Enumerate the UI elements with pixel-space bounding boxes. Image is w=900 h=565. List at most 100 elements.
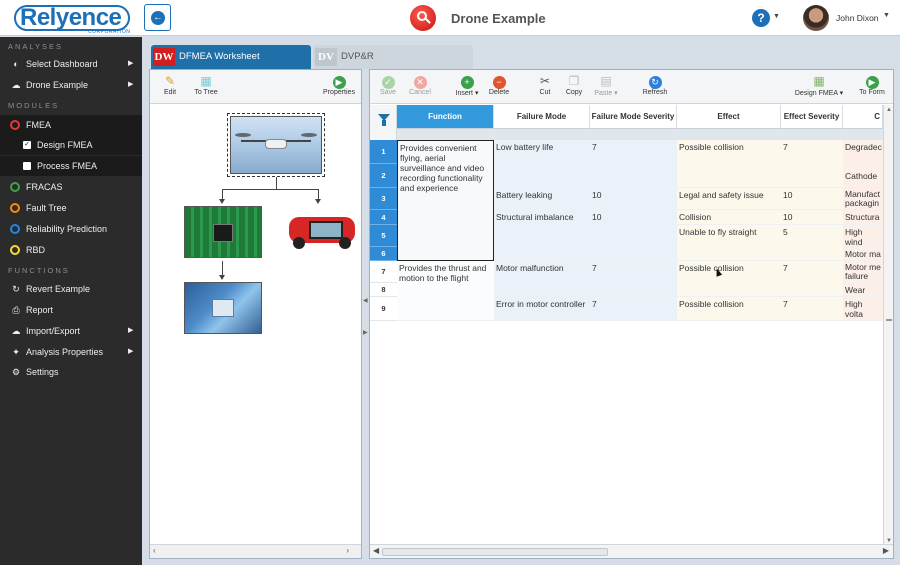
paste-menu-button[interactable]: ▤ Paste ▾	[586, 73, 626, 101]
tree-node-processor[interactable]	[184, 282, 262, 334]
sidebar-item-process-fmea[interactable]: Process FMEA	[0, 156, 142, 176]
row-number[interactable]: 7	[370, 261, 397, 283]
sidebar-item-analysis-properties[interactable]: ✦ Analysis Properties ▶	[0, 342, 142, 362]
effect-cell[interactable]: Possible collision	[677, 261, 781, 297]
scroll-right-icon[interactable]: ▶	[883, 546, 889, 555]
effect-cell[interactable]: Unable to fly straight	[677, 225, 781, 261]
to-form-button[interactable]: ▶ To Form	[852, 73, 892, 101]
pane-splitter[interactable]: ◀ ▶	[362, 69, 369, 559]
column-header-cause[interactable]: C	[843, 105, 883, 129]
user-avatar[interactable]	[803, 5, 829, 31]
sidebar-item-fault-tree[interactable]: Fault Tree	[0, 198, 142, 218]
cause-cell[interactable]: Manufact packagin	[843, 188, 883, 210]
scroll-left-icon[interactable]: ‹	[153, 546, 156, 555]
failure-mode-cell[interactable]: Low battery life	[494, 140, 590, 188]
refresh-button[interactable]: ↻ Refresh	[636, 73, 674, 101]
cancel-button[interactable]: ✕ Cancel	[402, 73, 438, 101]
row-number[interactable]: 2	[370, 164, 397, 188]
effect-severity-cell[interactable]: 5	[781, 225, 843, 261]
tree-node-circuit-board[interactable]	[184, 206, 262, 258]
sidebar-item-revert-example[interactable]: ↻ Revert Example	[0, 279, 142, 299]
row-number[interactable]: 4	[370, 210, 397, 225]
scroll-left-icon[interactable]: ◀	[373, 546, 379, 555]
cause-cell[interactable]: Motor ma	[843, 247, 883, 261]
save-button[interactable]: ✓ Save	[370, 73, 406, 101]
cause-cell[interactable]: Wear	[843, 283, 883, 297]
column-header-failure-mode-severity[interactable]: Failure Mode Severity	[590, 105, 677, 129]
row-number[interactable]: 1	[370, 140, 397, 164]
failure-mode-severity-cell[interactable]: 10	[590, 210, 677, 261]
delete-button[interactable]: − Delete	[481, 73, 517, 101]
failure-mode-cell[interactable]: Structural imbalance	[494, 210, 590, 261]
function-cell[interactable]: Provides the thrust and motion to the fl…	[397, 261, 494, 321]
sidebar-item-drone-example[interactable]: ☁ Drone Example ▶	[0, 75, 142, 95]
failure-mode-severity-cell[interactable]: 7	[590, 297, 677, 321]
tab-dfmea-worksheet[interactable]: DW DFMEA Worksheet	[151, 45, 311, 69]
to-tree-button[interactable]: ▦ To Tree	[186, 73, 226, 101]
effect-cell[interactable]: Possible collision	[677, 297, 781, 321]
row-number[interactable]: 3	[370, 188, 397, 210]
expand-right-icon[interactable]: ▶	[363, 329, 368, 336]
failure-mode-cell[interactable]: Error in motor controller	[494, 297, 590, 321]
cause-cell[interactable]: High wind	[843, 225, 883, 247]
cause-cell[interactable]: Cathode	[843, 164, 883, 188]
design-fmea-menu-button[interactable]: ▦ Design FMEA ▾	[788, 73, 850, 101]
sidebar-item-settings[interactable]: ⚙ Settings	[0, 362, 142, 382]
properties-button[interactable]: ▶ Properties	[318, 73, 360, 101]
function-cell[interactable]: Provides convenient flying, aerial surve…	[397, 140, 494, 261]
scroll-up-icon[interactable]: ▲	[886, 107, 892, 113]
failure-mode-severity-cell[interactable]: 10	[590, 188, 677, 210]
effect-cell[interactable]: Legal and safety issue	[677, 188, 781, 210]
failure-mode-cell[interactable]: Battery leaking	[494, 188, 590, 210]
column-header-effect[interactable]: Effect	[677, 105, 781, 129]
sidebar-item-reliability-prediction[interactable]: Reliability Prediction	[0, 219, 142, 239]
help-icon: ?	[752, 9, 770, 27]
row-number[interactable]: 8	[370, 283, 397, 297]
user-caret-down-icon[interactable]: ▼	[883, 12, 890, 19]
back-button[interactable]: ←	[144, 4, 171, 31]
chevron-right-icon: ▶	[128, 327, 134, 334]
edit-button[interactable]: ✎ Edit	[150, 73, 190, 101]
column-header-effect-severity[interactable]: Effect Severity	[781, 105, 843, 129]
sidebar-item-rbd[interactable]: RBD	[0, 240, 142, 260]
effect-severity-cell[interactable]: 7	[781, 261, 843, 297]
user-name[interactable]: John Dixon	[836, 13, 879, 23]
sidebar-item-fracas[interactable]: FRACAS	[0, 177, 142, 197]
tab-dvpr[interactable]: DV DVP&R	[313, 45, 473, 69]
tree-node-drone[interactable]	[227, 113, 325, 177]
effect-severity-cell[interactable]: 10	[781, 188, 843, 210]
row-number[interactable]: 5	[370, 225, 397, 247]
effect-cell[interactable]: Collision	[677, 210, 781, 225]
scroll-thumb[interactable]	[886, 319, 892, 321]
sidebar-item-select-dashboard[interactable]: ◐ Select Dashboard ▶	[0, 54, 142, 74]
effect-severity-cell[interactable]: 7	[781, 140, 843, 188]
row-number[interactable]: 9	[370, 297, 397, 321]
cause-cell[interactable]: Motor me failure	[843, 261, 883, 283]
cause-cell[interactable]: Degradec	[843, 140, 883, 164]
column-header-function[interactable]: Function	[397, 105, 494, 129]
tree-horizontal-scrollbar[interactable]: ‹ ›	[150, 544, 361, 558]
filter-button[interactable]	[370, 105, 397, 140]
row-number[interactable]: 6	[370, 247, 397, 261]
sidebar-item-fmea[interactable]: FMEA	[0, 115, 142, 135]
effect-severity-cell[interactable]: 7	[781, 297, 843, 321]
relyence-logo[interactable]: Relyence CORPORATION	[14, 3, 132, 35]
cause-cell[interactable]: High volta	[843, 297, 883, 321]
collapse-left-icon[interactable]: ◀	[363, 297, 368, 304]
scroll-thumb[interactable]	[382, 548, 608, 556]
cause-cell[interactable]: Structura	[843, 210, 883, 225]
tree-node-controller[interactable]	[284, 206, 355, 258]
failure-mode-severity-cell[interactable]: 7	[590, 261, 677, 297]
sidebar-item-report[interactable]: ⎙ Report	[0, 300, 142, 320]
failure-mode-cell[interactable]: Motor malfunction	[494, 261, 590, 297]
worksheet-vertical-scrollbar[interactable]: ▲ ▼	[883, 105, 893, 546]
help-menu-button[interactable]: ? ▼	[752, 9, 780, 27]
column-header-failure-mode[interactable]: Failure Mode	[494, 105, 590, 129]
worksheet-horizontal-scrollbar[interactable]: ◀ ▶	[370, 544, 893, 558]
scroll-right-icon[interactable]: ›	[346, 546, 349, 555]
effect-cell[interactable]: Possible collision	[677, 140, 781, 188]
sidebar-item-import-export[interactable]: ☁ Import/Export ▶	[0, 321, 142, 341]
effect-severity-cell[interactable]: 10	[781, 210, 843, 225]
sidebar-item-design-fmea[interactable]: ✓ Design FMEA	[0, 135, 142, 155]
failure-mode-severity-cell[interactable]: 7	[590, 140, 677, 188]
